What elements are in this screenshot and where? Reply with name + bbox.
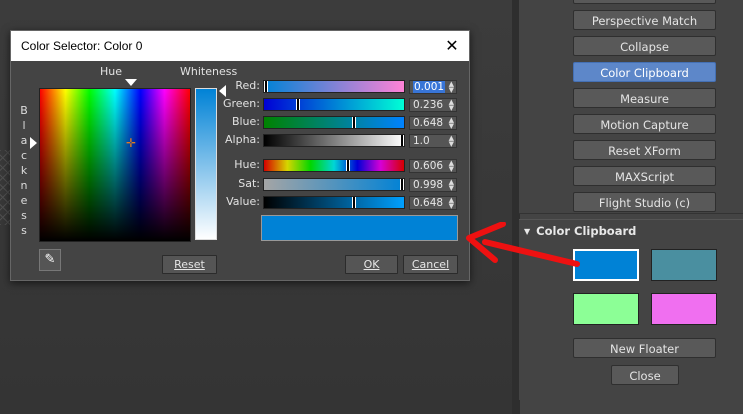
sat-slider[interactable]: [263, 178, 405, 191]
blackness-letter: c: [20, 149, 28, 162]
hue-slider[interactable]: [263, 159, 405, 172]
blackness-letter: n: [20, 179, 28, 192]
spinner-arrows-icon[interactable]: ▲ ▼: [449, 197, 454, 210]
blackness-letter: e: [20, 194, 28, 207]
blackness-letter: s: [21, 209, 27, 222]
blackness-letter: s: [21, 224, 27, 237]
hue-slider-thumb[interactable]: [346, 160, 351, 171]
green-spinner[interactable]: 0.236 ▲ ▼: [409, 98, 457, 112]
hue-value[interactable]: 0.606: [413, 160, 443, 172]
sat-spinner[interactable]: 0.998 ▲ ▼: [409, 178, 457, 192]
green-slider[interactable]: [263, 98, 405, 111]
clipboard-swatch-4[interactable]: [651, 293, 717, 325]
value-slider[interactable]: [263, 196, 405, 209]
clipboard-swatch-2[interactable]: [651, 249, 717, 281]
spinner-arrows-icon[interactable]: ▲ ▼: [449, 135, 454, 148]
utility-button-top-clipped[interactable]: [573, 0, 716, 4]
annotation-arrow-icon: [466, 222, 580, 267]
value-spinner[interactable]: 0.648 ▲ ▼: [409, 196, 457, 210]
clipboard-swatch-3[interactable]: [573, 293, 639, 325]
value-value[interactable]: 0.648: [413, 197, 443, 209]
ok-button[interactable]: OK: [345, 255, 398, 274]
spinner-arrows-icon[interactable]: ▲ ▼: [449, 160, 454, 173]
red-label: Red:: [235, 79, 260, 92]
utility-button-collapse[interactable]: Collapse: [573, 36, 716, 56]
blackness-letter: k: [20, 164, 28, 177]
blue-slider-thumb[interactable]: [352, 117, 357, 128]
utility-button-perspective-match[interactable]: Perspective Match: [573, 10, 716, 30]
alpha-slider-thumb[interactable]: [400, 135, 404, 146]
utility-button-motion-capture[interactable]: Motion Capture: [573, 114, 716, 134]
blue-spinner[interactable]: 0.648 ▲ ▼: [409, 116, 457, 130]
blackness-letter: a: [20, 134, 28, 147]
alpha-slider[interactable]: [263, 134, 405, 147]
value-slider-thumb[interactable]: [352, 197, 357, 208]
spinner-arrows-icon[interactable]: ▲ ▼: [449, 99, 454, 112]
hue-spinner[interactable]: 0.606 ▲ ▼: [409, 159, 457, 173]
eyedropper-icon[interactable]: ✎: [39, 249, 61, 271]
blackness-marker-icon[interactable]: [30, 137, 37, 149]
hue-marker-icon[interactable]: [125, 79, 137, 86]
utility-button-reset-xform[interactable]: Reset XForm: [573, 140, 716, 160]
color-selector-dialog: Color Selector: Color 0 ✕ Hue Whiteness …: [10, 30, 470, 281]
sat-value[interactable]: 0.998: [413, 179, 443, 191]
color-preview-swatch: [261, 215, 458, 241]
utility-button-flight-studio-c[interactable]: Flight Studio (c): [573, 192, 716, 212]
close-button[interactable]: Close: [611, 365, 679, 385]
blue-value[interactable]: 0.648: [413, 117, 443, 129]
spinner-arrows-icon[interactable]: ▲ ▼: [449, 81, 454, 94]
reset-button[interactable]: Reset: [162, 255, 217, 274]
cancel-button[interactable]: Cancel: [403, 255, 458, 274]
arrow-shaft: [482, 239, 580, 267]
hue-label: Hue:: [234, 158, 260, 171]
green-label: Green:: [222, 97, 260, 110]
new-floater-button[interactable]: New Floater: [573, 338, 716, 358]
blackness-label: Blackness: [19, 103, 29, 238]
alpha-spinner[interactable]: 1.0 ▲ ▼: [409, 134, 457, 148]
red-slider[interactable]: [263, 80, 405, 93]
utility-button-maxscript[interactable]: MAXScript: [573, 166, 716, 186]
sat-slider-thumb[interactable]: [399, 179, 404, 190]
red-slider-thumb[interactable]: [264, 81, 269, 92]
sat-label: Sat:: [238, 177, 260, 190]
hue-blackness-spectrum[interactable]: [39, 88, 191, 242]
green-value[interactable]: 0.236: [413, 99, 443, 111]
red-spinner[interactable]: 0.001 ▲ ▼: [409, 80, 457, 94]
spinner-arrows-icon[interactable]: ▲ ▼: [449, 117, 454, 130]
dialog-title: Color Selector: Color 0: [21, 39, 143, 53]
alpha-value[interactable]: 1.0: [413, 135, 430, 147]
red-value[interactable]: 0.001: [413, 81, 446, 93]
blackness-letter: l: [22, 119, 26, 132]
value-label: Value:: [226, 195, 260, 208]
hue-label: Hue: [100, 65, 123, 78]
utility-button-measure[interactable]: Measure: [573, 88, 716, 108]
utility-button-color-clipboard[interactable]: Color Clipboard: [573, 62, 716, 82]
whiteness-label: Whiteness: [180, 65, 238, 78]
close-icon[interactable]: ✕: [441, 35, 463, 57]
color-picker-crosshair-icon[interactable]: ✛: [126, 136, 136, 150]
blue-label: Blue:: [231, 115, 260, 128]
spinner-arrows-icon[interactable]: ▲ ▼: [449, 179, 454, 192]
alpha-label: Alpha:: [225, 133, 260, 146]
blue-slider[interactable]: [263, 116, 405, 129]
green-slider-thumb[interactable]: [296, 99, 301, 110]
blackness-letter: B: [20, 104, 28, 117]
dialog-titlebar[interactable]: Color Selector: Color 0 ✕: [11, 31, 469, 61]
